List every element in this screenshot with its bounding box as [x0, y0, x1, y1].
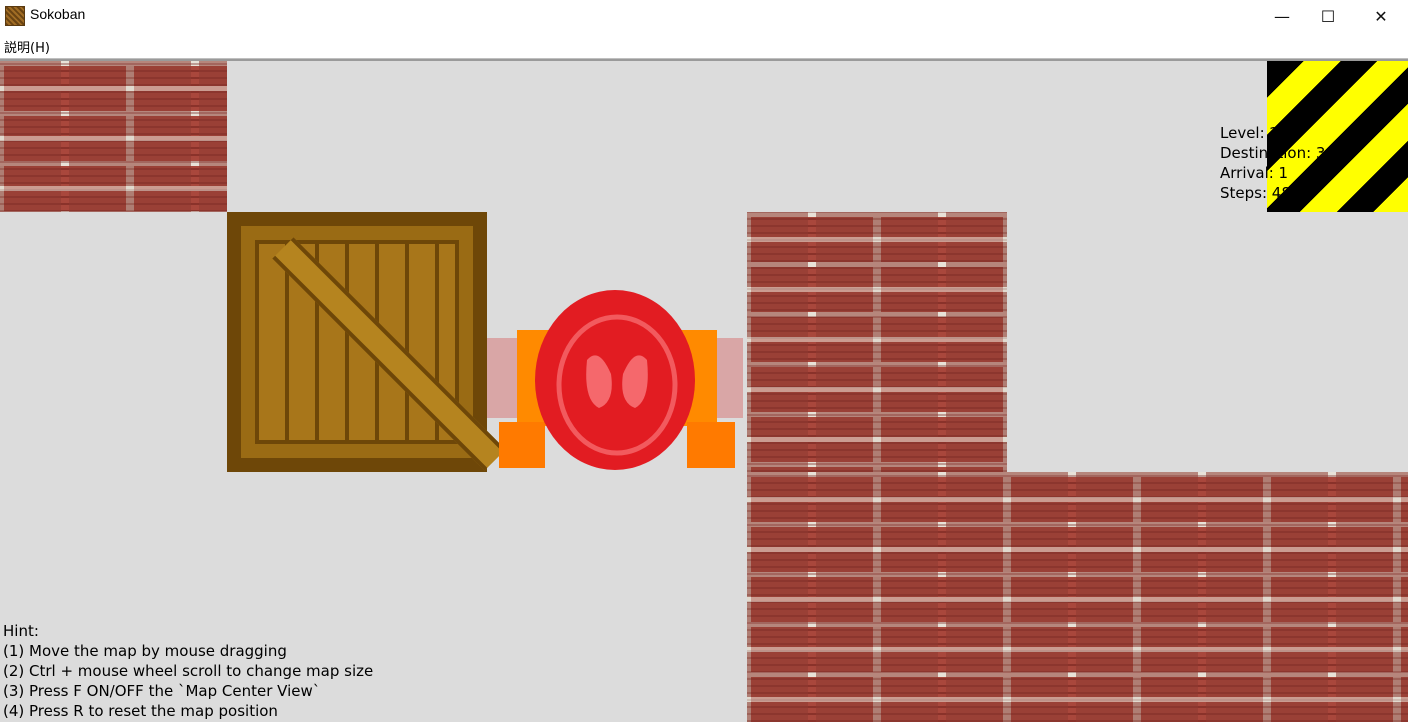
player-character: [487, 290, 743, 470]
menu-help[interactable]: 説明(H): [4, 37, 50, 56]
hint-line: (1) Move the map by mouse dragging: [3, 642, 287, 660]
crate-app-icon: [5, 6, 25, 26]
wall-tile-bottom-right: [747, 472, 1408, 722]
crate-box: [227, 212, 506, 472]
wall-tile-middle: [747, 212, 1007, 472]
hint-line: (4) Press R to reset the map position: [3, 702, 278, 720]
steps-text: Steps: 48: [1220, 184, 1291, 202]
menu-bar: 説明(H): [0, 32, 1408, 59]
crate-brace: [272, 237, 506, 471]
hint-line: (3) Press F ON/OFF the `Map Center View`: [3, 682, 321, 700]
hint-line: (2) Ctrl + mouse wheel scroll to change …: [3, 662, 374, 680]
stats-panel: Level: 2 Destination: 3 Arrival: 1 Steps…: [1220, 123, 1325, 203]
minimize-button[interactable]: —: [1259, 0, 1305, 32]
title-bar: Sokoban — ☐ ✕: [0, 0, 1408, 32]
player-right-foot: [687, 422, 735, 468]
maximize-button[interactable]: ☐: [1305, 0, 1351, 32]
game-board[interactable]: Level: 2 Destination: 3 Arrival: 1 Steps…: [0, 61, 1408, 722]
player-left-foot: [499, 422, 545, 468]
close-button[interactable]: ✕: [1358, 0, 1404, 32]
hint-panel: Hint: (1) Move the map by mouse dragging…: [3, 621, 373, 721]
level-text: Level: 2: [1220, 124, 1279, 142]
window-title: Sokoban: [30, 6, 86, 22]
destination-text: Destination: 3: [1220, 144, 1326, 162]
hint-title: Hint:: [3, 622, 39, 640]
wall-tile-top-left: [0, 61, 227, 212]
crate-planks: [255, 237, 506, 471]
arrival-text: Arrival: 1: [1220, 164, 1289, 182]
